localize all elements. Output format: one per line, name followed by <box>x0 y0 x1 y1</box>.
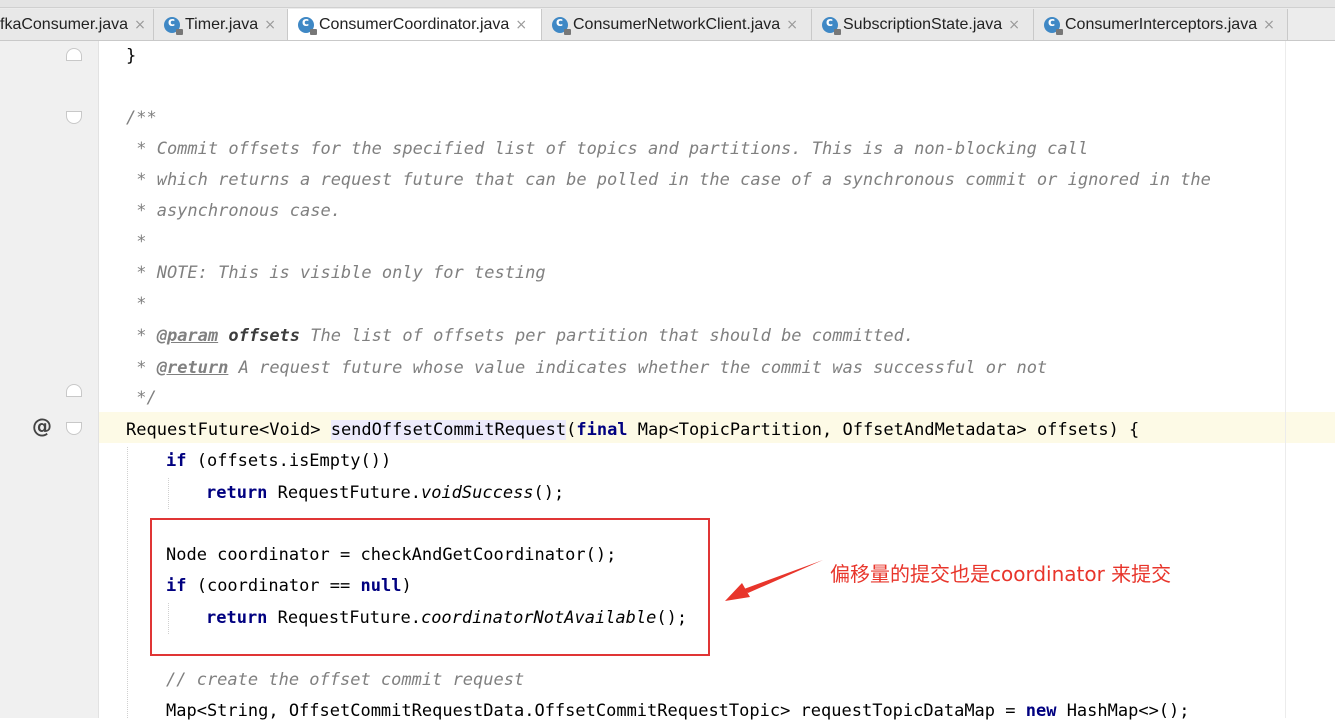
editor-gutter[interactable] <box>0 41 98 718</box>
javadoc-tag: @return <box>156 358 229 378</box>
close-icon[interactable]: × <box>786 17 798 33</box>
close-icon[interactable]: × <box>134 17 146 33</box>
java-class-icon <box>1044 15 1063 35</box>
code-line[interactable]: /** <box>126 103 157 134</box>
code-token: (); <box>533 483 565 503</box>
code-line[interactable]: Map<String, OffsetCommitRequestData.Offs… <box>166 696 1190 727</box>
fold-end-icon[interactable] <box>66 48 82 61</box>
code-line[interactable]: * @param offsets The list of offsets per… <box>126 321 914 352</box>
tab-bar-top-strip <box>0 0 1335 8</box>
fold-end-icon[interactable] <box>66 384 82 397</box>
close-icon[interactable]: × <box>1008 17 1020 33</box>
code-token: ( <box>566 420 577 440</box>
tab-label: fkaConsumer.java <box>0 15 129 33</box>
editor-tab-bar: fkaConsumer.java × Timer.java × Consumer… <box>0 0 1335 41</box>
java-class-icon <box>822 15 841 35</box>
code-line[interactable]: * NOTE: This is visible only for testing <box>126 258 545 289</box>
annotation-highlight-box <box>150 518 710 656</box>
java-class-icon <box>298 15 317 35</box>
tab-label: ConsumerCoordinator.java <box>319 16 510 33</box>
tab-label: ConsumerNetworkClient.java <box>573 15 781 33</box>
java-class-icon <box>164 15 183 35</box>
code-line[interactable]: * which returns a request future that ca… <box>126 165 1211 196</box>
static-call: voidSuccess <box>420 483 534 503</box>
code-token: Map<TopicPartition, OffsetAndMetadata> o… <box>627 420 1140 440</box>
indent-guide <box>168 478 169 509</box>
method-name[interactable]: sendOffsetCommitRequest <box>330 420 567 440</box>
keyword: final <box>576 420 628 440</box>
javadoc-tag: @param <box>156 326 219 346</box>
tab-label: ConsumerInterceptors.java <box>1065 15 1258 33</box>
code-line[interactable]: } <box>126 41 136 72</box>
code-token: RequestFuture<Void> <box>126 420 331 440</box>
keyword: return <box>206 483 268 503</box>
code-token: RequestFuture. <box>267 483 421 503</box>
annotation-arrow-icon <box>725 560 823 601</box>
comment-text: A request future whose value indicates w… <box>228 358 1048 378</box>
annotation-text: 偏移量的提交也是coordinator 来提交 <box>830 562 1172 586</box>
tab-consumercoordinator[interactable]: ConsumerCoordinator.java × <box>288 9 542 40</box>
code-token: Map<String, OffsetCommitRequestData.Offs… <box>166 701 1026 721</box>
code-line[interactable]: * <box>126 289 146 320</box>
close-icon[interactable]: × <box>1263 17 1275 33</box>
code-line[interactable]: // create the offset commit request <box>166 665 524 696</box>
code-token: HashMap<>(); <box>1056 701 1190 721</box>
tab-subscriptionstate[interactable]: SubscriptionState.java × <box>812 9 1034 40</box>
tab-consumerinterceptors[interactable]: ConsumerInterceptors.java × <box>1034 9 1288 40</box>
java-class-icon <box>552 15 571 35</box>
tab-consumernetworkclient[interactable]: ConsumerNetworkClient.java × <box>542 9 812 40</box>
code-line[interactable]: * Commit offsets for the specified list … <box>126 134 1088 165</box>
tab-label: Timer.java <box>185 15 259 33</box>
code-line[interactable]: */ <box>126 383 156 414</box>
code-line[interactable]: * <box>126 227 146 258</box>
tab-label: SubscriptionState.java <box>843 15 1003 33</box>
right-margin-guide <box>1285 41 1286 718</box>
gutter-divider <box>98 41 99 718</box>
code-token: (offsets.isEmpty()) <box>186 451 392 471</box>
code-line[interactable]: * asynchronous case. <box>126 196 341 227</box>
tab-timer[interactable]: Timer.java × <box>154 9 288 40</box>
javadoc-param-name: offsets <box>218 326 301 346</box>
close-icon[interactable]: × <box>515 17 527 33</box>
code-line[interactable]: if (offsets.isEmpty()) <box>166 446 391 477</box>
override-method-icon[interactable]: @ <box>32 414 52 438</box>
tab-kafkaconsumer[interactable]: fkaConsumer.java × <box>0 9 154 40</box>
indent-guide <box>127 447 128 718</box>
keyword: new <box>1025 701 1057 721</box>
keyword: if <box>166 451 187 471</box>
comment-text: The list of offsets per partition that s… <box>300 326 915 346</box>
code-line[interactable]: RequestFuture<Void> sendOffsetCommitRequ… <box>126 415 1139 446</box>
code-line[interactable]: return RequestFuture.voidSuccess(); <box>206 478 564 509</box>
code-line[interactable]: * @return A request future whose value i… <box>126 353 1047 384</box>
comment-star: * <box>126 326 157 346</box>
close-icon[interactable]: × <box>264 17 276 33</box>
comment-star: * <box>126 358 157 378</box>
